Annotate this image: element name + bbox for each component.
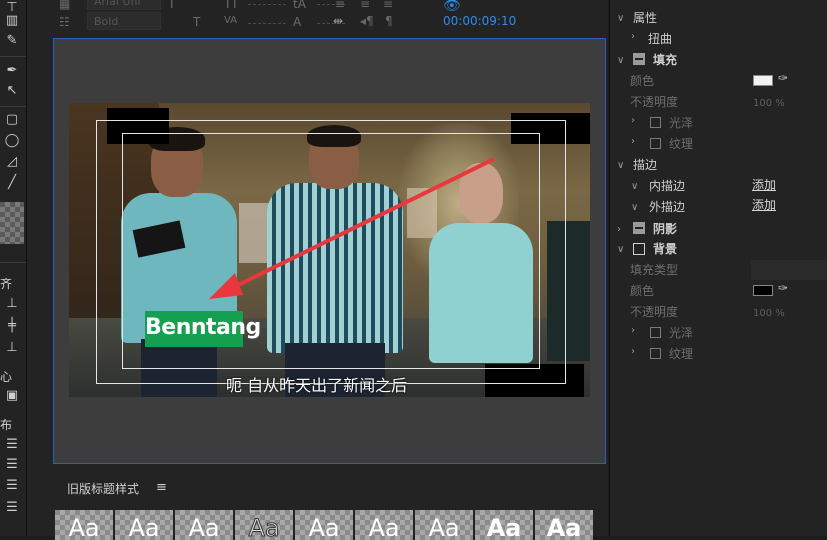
legacy-title-styles-panel: 旧版标题样式 ≡ Aa Aa Aa Aa Aa Aa Aa Aa Aa <box>53 470 606 540</box>
chevron-right-icon[interactable]: › <box>631 325 635 336</box>
distribute-spacing-icon[interactable]: ☰ <box>3 500 21 516</box>
brand-title-text[interactable]: Benntang <box>145 311 261 347</box>
align-label: 齐 <box>0 277 13 291</box>
line-tool-icon[interactable]: ╱ <box>3 175 21 191</box>
align-bottom-icon[interactable]: ⊥ <box>3 340 21 356</box>
fill-color-swatch[interactable] <box>753 75 773 86</box>
wedge-tool-icon[interactable]: ◿ <box>3 154 21 170</box>
background-checkbox[interactable] <box>633 243 645 255</box>
left-toolbar: ⊤ ▥ ✎ ✒ ↖ ▢ ◯ ◿ ╱ 齐 ⊥ ╪ ⊥ 心 ▣ 布 ☰ ☰ ☰ ☰ <box>0 0 27 536</box>
align-right-text-icon[interactable]: ≡ <box>383 0 393 11</box>
center-icon[interactable]: ▣ <box>3 388 21 404</box>
outer-stroke-row[interactable]: 外描边 <box>649 198 685 215</box>
preview-swatch <box>0 202 24 244</box>
paragraph-right-icon[interactable]: ¶ <box>385 14 393 28</box>
distribute-bottom-icon[interactable]: ☰ <box>3 478 21 494</box>
pen-tool-icon[interactable]: ✒ <box>3 63 21 79</box>
inner-stroke-row[interactable]: 内描边 <box>649 177 685 194</box>
font-size-icon[interactable]: TT <box>224 0 238 11</box>
baseline-icon[interactable]: A <box>293 15 301 29</box>
chevron-right-icon[interactable]: › <box>631 346 635 357</box>
film-icon[interactable]: ▦ <box>59 0 70 11</box>
center-label: 心 <box>0 370 13 384</box>
fill-opacity-label: 不透明度 <box>630 95 679 109</box>
tab-width-icon[interactable]: ⇹ <box>333 14 343 28</box>
styles-panel-title: 旧版标题样式 <box>67 482 140 496</box>
fill-checkbox[interactable] <box>633 53 645 65</box>
chevron-right-icon[interactable]: › <box>631 115 635 126</box>
distribute-top-icon[interactable]: ☰ <box>3 437 21 453</box>
font-style-select[interactable]: Bold <box>87 12 161 30</box>
tab-stops-icon[interactable]: ☷ <box>59 15 70 29</box>
rectangle-tool-icon[interactable]: ▢ <box>3 112 21 128</box>
text-tool-small-icon[interactable]: T <box>193 15 200 29</box>
path-text-icon[interactable]: ✎ <box>3 33 21 49</box>
bg-sheen-checkbox[interactable] <box>650 327 661 338</box>
bg-opacity-value[interactable]: 100 % <box>753 308 785 319</box>
align-top-icon[interactable]: ⊥ <box>3 296 21 312</box>
eyedropper-icon[interactable]: ✑ <box>778 281 788 295</box>
attributes-section[interactable]: 属性 <box>633 9 657 26</box>
align-middle-icon[interactable]: ╪ <box>3 318 21 334</box>
stroke-section[interactable]: 描边 <box>633 156 657 173</box>
show-background-video-icon[interactable]: 👁 <box>443 0 461 14</box>
timecode[interactable]: 00:00:09:10 <box>443 14 516 28</box>
chevron-down-icon[interactable]: ∨ <box>617 244 624 255</box>
bg-sheen-row[interactable]: 光泽 <box>669 324 693 341</box>
fill-type-select[interactable] <box>751 260 827 280</box>
add-inner-stroke-link[interactable]: 添加 <box>752 176 776 193</box>
align-left-text-icon[interactable]: ≡ <box>335 0 345 11</box>
paragraph-left-icon[interactable]: ◂¶ <box>360 14 374 28</box>
chevron-down-icon[interactable]: ∨ <box>631 202 638 213</box>
subtitle-text: 呃 自从昨天出了新闻之后 <box>226 376 408 395</box>
texture-row[interactable]: 纹理 <box>669 135 693 152</box>
italic-icon[interactable]: I <box>170 0 174 11</box>
background-section[interactable]: 背景 <box>653 240 677 257</box>
bg-opacity-label: 不透明度 <box>630 305 679 319</box>
distribute-middle-icon[interactable]: ☰ <box>3 457 21 473</box>
leading-icon[interactable]: tA <box>293 0 306 11</box>
add-outer-stroke-link[interactable]: 添加 <box>752 196 776 213</box>
kerning-icon[interactable]: VA <box>224 14 237 28</box>
bg-color-swatch[interactable] <box>753 285 773 296</box>
chevron-down-icon[interactable]: ∨ <box>631 181 638 192</box>
panel-menu-icon[interactable]: ≡ <box>156 480 167 495</box>
font-family-select[interactable]: Arial Uni <box>87 0 161 10</box>
fill-opacity-value[interactable]: 100 % <box>753 98 785 109</box>
sheen-checkbox[interactable] <box>650 117 661 128</box>
chevron-right-icon[interactable]: › <box>617 224 621 235</box>
title-toolbar: ▦ ☷ Arial Uni Bold I T TT VA tA A ≡ ≡ ≡ … <box>27 0 608 38</box>
sheen-row[interactable]: 光泽 <box>669 114 693 131</box>
bg-texture-row[interactable]: 纹理 <box>669 345 693 362</box>
eyedropper-icon[interactable]: ✑ <box>778 71 788 85</box>
shadow-checkbox[interactable] <box>633 222 645 234</box>
chevron-down-icon[interactable]: ∨ <box>617 55 624 66</box>
chevron-right-icon[interactable]: › <box>631 31 635 42</box>
anchor-tool-icon[interactable]: ↖ <box>3 83 21 99</box>
annotation-arrow <box>209 157 495 299</box>
shadow-section[interactable]: 阴影 <box>653 220 677 237</box>
fill-section[interactable]: 填充 <box>653 51 677 68</box>
chevron-right-icon[interactable]: › <box>631 136 635 147</box>
fill-type-label: 填充类型 <box>630 263 679 277</box>
bg-color-label: 颜色 <box>630 284 655 298</box>
align-center-text-icon[interactable]: ≡ <box>360 0 370 11</box>
chevron-down-icon[interactable]: ∨ <box>617 160 624 171</box>
title-properties-panel: ∨ 属性 › 扭曲 ∨ 填充 颜色 ✑ 不透明度 100 % › 光泽 › 纹理… <box>609 0 827 536</box>
distribute-label: 布 <box>0 418 13 432</box>
bg-texture-checkbox[interactable] <box>650 348 661 359</box>
ellipse-tool-icon[interactable]: ◯ <box>3 133 21 149</box>
chevron-down-icon[interactable]: ∨ <box>617 13 624 24</box>
fill-color-label: 颜色 <box>630 74 655 88</box>
texture-checkbox[interactable] <box>650 138 661 149</box>
area-text-icon[interactable]: ▥ <box>3 13 21 29</box>
distort-row[interactable]: 扭曲 <box>648 30 672 47</box>
